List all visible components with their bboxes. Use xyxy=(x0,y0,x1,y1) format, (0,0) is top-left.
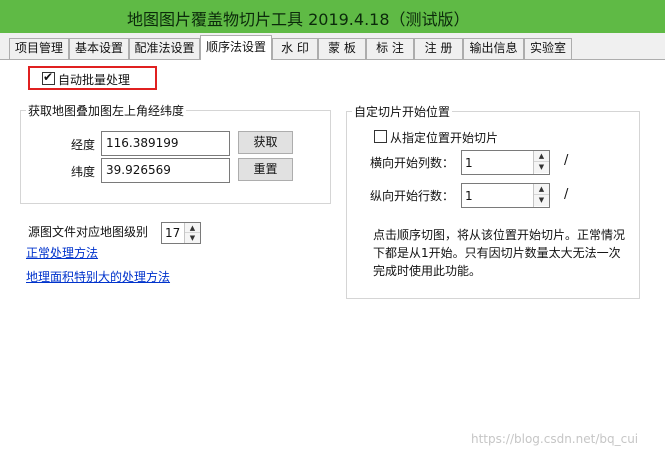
zoom-spinner-arrows: ▲ ▼ xyxy=(184,223,200,243)
large-area-method-link[interactable]: 地理面积特别大的处理方法 xyxy=(26,268,170,285)
latitude-label: 纬度 xyxy=(71,165,96,179)
from-position-checkbox[interactable] xyxy=(374,130,387,143)
blog-watermark: https://blog.csdn.net/bq_cui xyxy=(471,432,639,446)
tab-registration-settings[interactable]: 配准法设置 xyxy=(129,38,200,59)
spin-up-icon[interactable]: ▲ xyxy=(534,151,549,162)
zoom-level-value: 17 xyxy=(165,226,181,240)
auto-batch-label: 自动批量处理 xyxy=(58,73,131,87)
from-position-label: 从指定位置开始切片 xyxy=(390,131,499,145)
tab-watermark[interactable]: 水 印 xyxy=(272,38,318,59)
start-row-label: 纵向开始行数： xyxy=(370,189,455,203)
note-line-1: 点击顺序切图，将从该位置开始切片。正常情况 xyxy=(373,228,626,242)
auto-batch-checkbox[interactable]: ✔ xyxy=(42,70,55,85)
check-mark-icon: ✔ xyxy=(43,70,54,84)
row-spinner-arrows: ▲ ▼ xyxy=(533,184,549,207)
get-button[interactable]: 获取 xyxy=(238,131,293,154)
spin-down-icon[interactable]: ▼ xyxy=(534,162,549,173)
coord-group-title: 获取地图叠加图左上角经纬度 xyxy=(26,102,187,119)
start-column-value: 1 xyxy=(465,156,473,170)
tab-mask[interactable]: 蒙 板 xyxy=(318,38,366,59)
tab-project-management[interactable]: 项目管理 xyxy=(9,38,69,59)
column-spinner-arrows: ▲ ▼ xyxy=(533,151,549,174)
tab-strip: 项目管理 基本设置 配准法设置 顺序法设置 水 印 蒙 板 标 注 注 册 输出… xyxy=(0,35,665,60)
longitude-label: 经度 xyxy=(71,138,96,152)
tab-lab[interactable]: 实验室 xyxy=(524,38,572,59)
longitude-input[interactable]: 116.389199 xyxy=(101,131,230,156)
tab-output-info[interactable]: 输出信息 xyxy=(463,38,524,59)
start-row-spinner[interactable]: 1 ▲ ▼ xyxy=(461,183,550,208)
window-title: 地图图片覆盖物切片工具 2019.4.18（测试版） xyxy=(127,10,470,29)
tab-register[interactable]: 注 册 xyxy=(414,38,463,59)
tab-sequence-settings[interactable]: 顺序法设置 xyxy=(200,35,272,60)
reset-button[interactable]: 重置 xyxy=(238,158,293,181)
zoom-level-label: 源图文件对应地图级别 xyxy=(28,225,149,239)
note-line-3: 完成时使用此功能。 xyxy=(373,264,482,278)
start-row-value: 1 xyxy=(465,189,473,203)
normal-method-link[interactable]: 正常处理方法 xyxy=(26,244,98,261)
zoom-level-spinner[interactable]: 17 ▲ ▼ xyxy=(161,222,201,244)
start-column-suffix: / xyxy=(564,153,569,168)
start-column-label: 横向开始列数： xyxy=(370,156,455,170)
title-bar: 地图图片覆盖物切片工具 2019.4.18（测试版） xyxy=(0,0,665,33)
tab-annotation[interactable]: 标 注 xyxy=(366,38,414,59)
start-position-group-title: 自定切片开始位置 xyxy=(352,103,453,120)
spin-up-icon[interactable]: ▲ xyxy=(534,184,549,195)
latitude-input[interactable]: 39.926569 xyxy=(101,158,230,183)
spin-up-icon[interactable]: ▲ xyxy=(185,223,200,233)
start-row-suffix: / xyxy=(564,187,569,202)
spin-down-icon[interactable]: ▼ xyxy=(185,233,200,243)
start-column-spinner[interactable]: 1 ▲ ▼ xyxy=(461,150,550,175)
coord-group xyxy=(20,110,331,204)
spin-down-icon[interactable]: ▼ xyxy=(534,195,549,206)
start-position-note: 点击顺序切图，将从该位置开始切片。正常情况 下都是从1开始。只有因切片数量太大无… xyxy=(373,226,635,280)
note-line-2: 下都是从1开始。只有因切片数量太大无法一次 xyxy=(373,246,621,260)
tab-basic-settings[interactable]: 基本设置 xyxy=(69,38,129,59)
